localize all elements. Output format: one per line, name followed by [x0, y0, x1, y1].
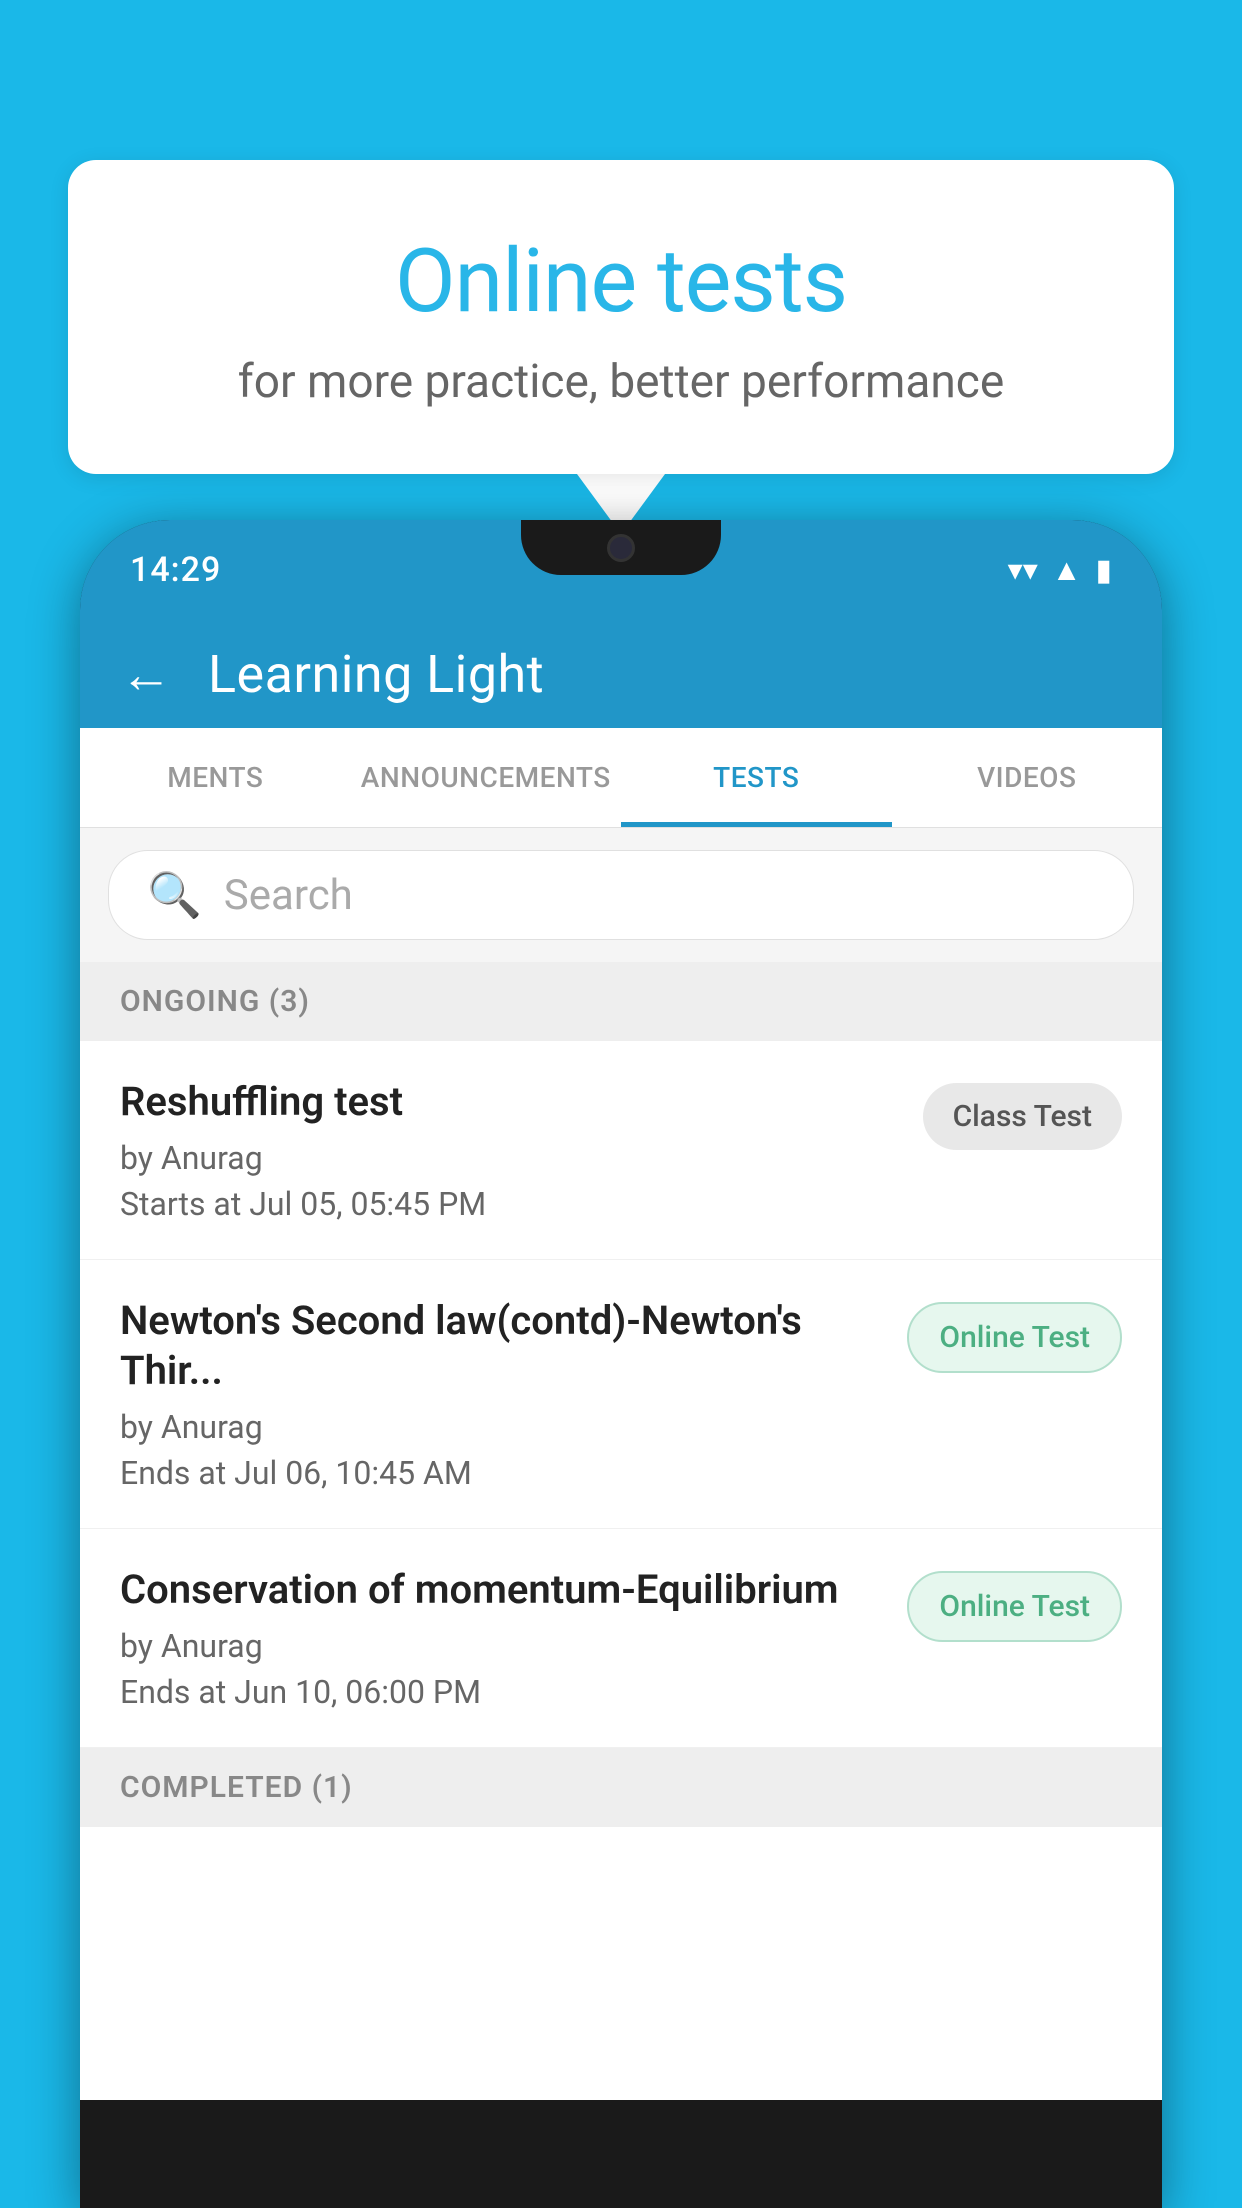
phone-screen: ← Learning Light MENTS ANNOUNCEMENTS TES…: [80, 620, 1162, 2100]
test-name-conservation: Conservation of momentum-Equilibrium: [120, 1565, 877, 1615]
tab-bar: MENTS ANNOUNCEMENTS TESTS VIDEOS: [80, 728, 1162, 828]
tab-tests[interactable]: TESTS: [621, 728, 892, 827]
search-bar[interactable]: 🔍 Search: [108, 850, 1134, 940]
tab-videos[interactable]: VIDEOS: [892, 728, 1163, 827]
test-name-reshuffling: Reshuffling test: [120, 1077, 893, 1127]
test-date-conservation: Ends at Jun 10, 06:00 PM: [120, 1673, 877, 1711]
test-name-newton: Newton's Second law(contd)-Newton's Thir…: [120, 1296, 877, 1396]
back-button[interactable]: ←: [120, 644, 172, 705]
app-header: ← Learning Light: [80, 620, 1162, 728]
test-item-conservation[interactable]: Conservation of momentum-Equilibrium by …: [80, 1529, 1162, 1748]
test-badge-online-conservation: Online Test: [907, 1571, 1122, 1642]
speech-bubble-subtitle: for more practice, better performance: [128, 355, 1114, 409]
test-info-conservation: Conservation of momentum-Equilibrium by …: [120, 1565, 907, 1711]
status-icons: ▾▾ ▲ ▮: [1008, 553, 1112, 588]
test-item-reshuffling[interactable]: Reshuffling test by Anurag Starts at Jul…: [80, 1041, 1162, 1260]
test-info-newton: Newton's Second law(contd)-Newton's Thir…: [120, 1296, 907, 1492]
test-badge-online-newton: Online Test: [907, 1302, 1122, 1373]
search-icon: 🔍: [147, 869, 202, 921]
test-author-conservation: by Anurag: [120, 1627, 877, 1665]
test-item-newton[interactable]: Newton's Second law(contd)-Newton's Thir…: [80, 1260, 1162, 1529]
test-author-reshuffling: by Anurag: [120, 1139, 893, 1177]
test-date-reshuffling: Starts at Jul 05, 05:45 PM: [120, 1185, 893, 1223]
phone-container: 14:29 ▾▾ ▲ ▮ ← Learning Light MENTS: [80, 520, 1162, 2208]
test-author-newton: by Anurag: [120, 1408, 877, 1446]
test-date-newton: Ends at Jul 06, 10:45 AM: [120, 1454, 877, 1492]
app-title: Learning Light: [208, 644, 544, 705]
test-list: Reshuffling test by Anurag Starts at Jul…: [80, 1041, 1162, 1748]
status-bar: 14:29 ▾▾ ▲ ▮: [80, 520, 1162, 620]
ongoing-section-title: ONGOING (3): [120, 984, 310, 1019]
status-time: 14:29: [130, 550, 221, 590]
phone-notch: [521, 520, 721, 575]
completed-section-title: COMPLETED (1): [120, 1770, 353, 1805]
search-placeholder: Search: [224, 871, 353, 920]
phone-camera: [607, 534, 635, 562]
speech-bubble-title: Online tests: [128, 230, 1114, 333]
tab-announcements[interactable]: ANNOUNCEMENTS: [351, 728, 622, 827]
search-container: 🔍 Search: [80, 828, 1162, 962]
completed-section-header: COMPLETED (1): [80, 1748, 1162, 1827]
battery-icon: ▮: [1095, 553, 1112, 588]
phone-frame: 14:29 ▾▾ ▲ ▮ ← Learning Light MENTS: [80, 520, 1162, 2208]
ongoing-section-header: ONGOING (3): [80, 962, 1162, 1041]
signal-icon: ▲: [1052, 553, 1082, 588]
phone-content: ← Learning Light MENTS ANNOUNCEMENTS TES…: [80, 620, 1162, 2100]
test-info-reshuffling: Reshuffling test by Anurag Starts at Jul…: [120, 1077, 923, 1223]
speech-bubble: Online tests for more practice, better p…: [68, 160, 1174, 474]
wifi-icon: ▾▾: [1008, 553, 1038, 588]
tab-ments[interactable]: MENTS: [80, 728, 351, 827]
test-badge-class: Class Test: [923, 1083, 1122, 1150]
speech-bubble-container: Online tests for more practice, better p…: [68, 160, 1174, 534]
